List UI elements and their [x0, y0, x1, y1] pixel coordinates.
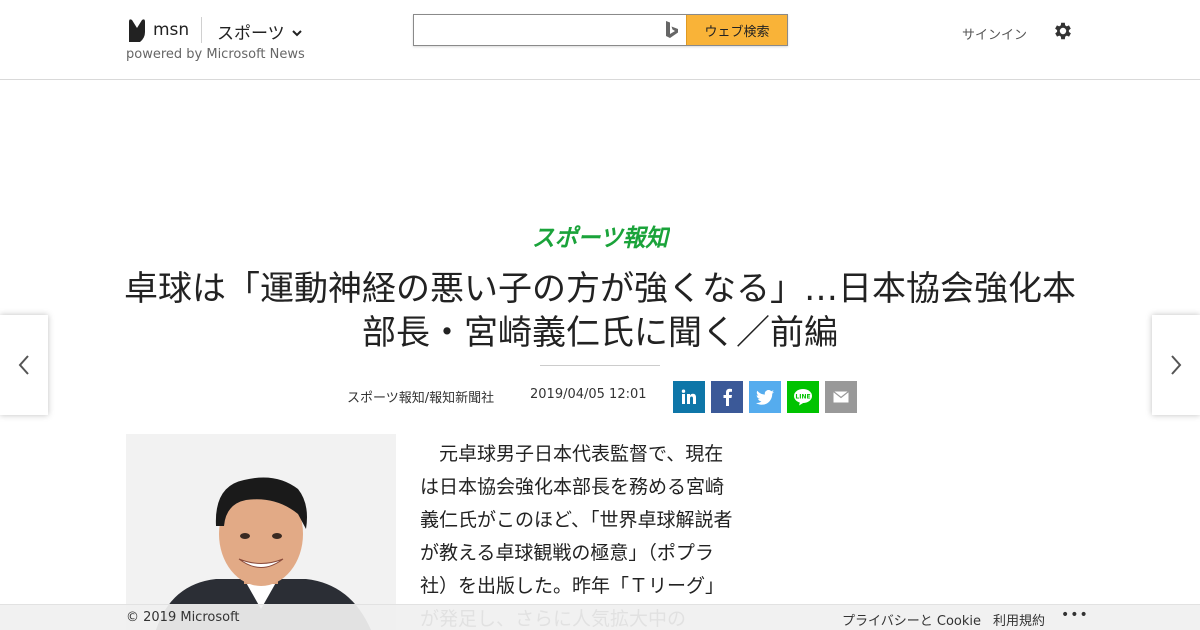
- article-title: 卓球は「運動神経の悪い子の方が強くなる」…日本協会強化本部長・宮崎義仁氏に聞く／…: [124, 269, 1076, 353]
- article-date: 2019/04/05 12:01: [530, 387, 647, 402]
- section-menu[interactable]: スポーツ: [217, 19, 303, 44]
- line-icon: LINE: [794, 389, 812, 406]
- signin-link[interactable]: サインイン: [962, 24, 1027, 43]
- source-logo-text: スポーツ報知: [532, 224, 670, 252]
- next-article-button[interactable]: [1152, 315, 1200, 415]
- powered-by-text: powered by Microsoft News: [126, 47, 305, 62]
- chevron-down-icon: [291, 30, 302, 37]
- chevron-right-icon: [1171, 355, 1182, 375]
- article-photo[interactable]: [126, 434, 396, 630]
- chevron-left-icon: [18, 355, 29, 375]
- web-search-button[interactable]: ウェブ検索: [686, 15, 787, 45]
- copyright-text: © 2019 Microsoft: [126, 610, 240, 625]
- source-logo[interactable]: スポーツ報知: [530, 221, 670, 253]
- person-photo: [126, 434, 396, 630]
- share-linkedin-button[interactable]: [673, 381, 705, 413]
- share-mail-button[interactable]: [825, 381, 857, 413]
- search-bar: ウェブ検索: [413, 14, 788, 46]
- linkedin-icon: [681, 389, 696, 404]
- mail-icon: [833, 391, 849, 403]
- twitter-icon: [756, 389, 774, 405]
- title-divider: [540, 365, 660, 366]
- search-input[interactable]: [414, 15, 658, 45]
- msn-butterfly-icon: [129, 19, 145, 42]
- share-line-button[interactable]: LINE: [787, 381, 819, 413]
- privacy-link[interactable]: プライバシーと Cookie: [842, 610, 981, 629]
- share-facebook-button[interactable]: [711, 381, 743, 413]
- svg-text:LINE: LINE: [795, 394, 810, 401]
- section-label: スポーツ: [217, 24, 285, 44]
- gear-icon[interactable]: [1052, 20, 1074, 42]
- bing-icon: [658, 15, 686, 45]
- terms-link[interactable]: 利用規約: [993, 610, 1045, 629]
- site-footer: © 2019 Microsoft プライバシーと Cookie 利用規約 •••: [0, 604, 1200, 630]
- share-twitter-button[interactable]: [749, 381, 781, 413]
- more-options-button[interactable]: •••: [1061, 607, 1089, 623]
- header-divider: [201, 17, 202, 43]
- logo-text: msn: [153, 20, 190, 40]
- site-header: msn スポーツ powered by Microsoft News ウェブ検索…: [0, 0, 1200, 80]
- previous-article-button[interactable]: [0, 315, 48, 415]
- article-body: 元卓球男子日本代表監督で、現在は日本協会強化本部長を務める宮崎義仁氏がこのほど、…: [420, 443, 733, 630]
- article-byline[interactable]: スポーツ報知/報知新聞社: [347, 387, 494, 406]
- msn-logo[interactable]: msn: [126, 16, 189, 44]
- facebook-icon: [723, 388, 732, 406]
